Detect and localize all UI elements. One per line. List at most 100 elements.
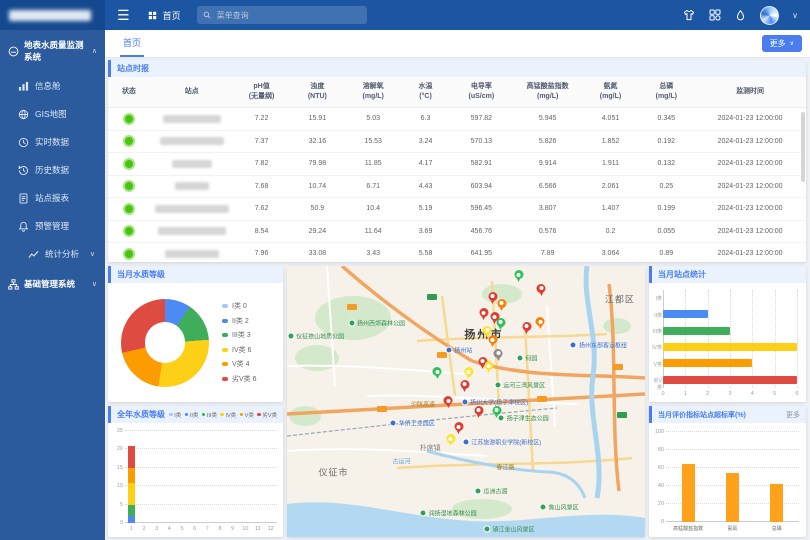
sidebar-item-gis[interactable]: GIS地图 <box>0 100 105 128</box>
stats-icon <box>28 249 39 260</box>
search-icon <box>203 11 211 19</box>
chevron-down-icon: ∨ <box>790 40 794 47</box>
status-badge <box>123 135 135 147</box>
status-cell <box>108 180 150 192</box>
panel-station-stats-header: 当月站点统计 <box>649 266 806 283</box>
legend-item: 劣V类 6 <box>222 374 257 384</box>
station-pin-icon[interactable] <box>492 406 501 418</box>
legend-swatch <box>169 413 173 417</box>
sidebar-item-label: 统计分析 <box>45 248 79 260</box>
legend-label: 劣V类 6 <box>232 374 257 384</box>
station-pin-icon[interactable] <box>494 349 503 361</box>
station-pin-icon[interactable] <box>454 422 463 434</box>
panel-annual-grade: 全年水质等级 I类II类III类IV类V类劣V类 051015202512345… <box>108 406 283 537</box>
station-pin-icon[interactable] <box>537 284 546 296</box>
layout-components-icon[interactable] <box>708 9 721 22</box>
legend-label: I类 0 <box>232 301 247 311</box>
value-cell: 15.53 <box>345 138 401 145</box>
legend-item: II类 <box>185 411 199 419</box>
map-poi-label: 扬州大学(扬子津校区) <box>461 397 528 406</box>
value-cell: 2024-01-23 12:00:00 <box>694 160 806 167</box>
sidebar-item-report[interactable]: 站点报表 <box>0 184 105 212</box>
status-badge <box>123 225 135 237</box>
user-avatar[interactable] <box>760 6 779 25</box>
sidebar-item-history[interactable]: 历史数据 <box>0 156 105 184</box>
sidebar-item-stats[interactable]: 统计分析 ∨ <box>0 240 105 268</box>
station-pin-icon[interactable] <box>497 299 506 311</box>
value-cell: 570.13 <box>450 138 513 145</box>
station-pin-icon[interactable] <box>484 361 493 373</box>
menu-search[interactable] <box>197 6 367 24</box>
column-header: 氨氮(mg/L) <box>583 82 639 103</box>
station-pin-icon[interactable] <box>488 292 497 304</box>
legend-label: II类 2 <box>232 316 249 326</box>
search-input[interactable] <box>215 10 361 21</box>
y-tick-label: 20 <box>651 501 664 507</box>
value-cell: 32.16 <box>289 138 345 145</box>
value-cell: 582.91 <box>450 160 513 167</box>
value-cell: 7.22 <box>234 115 290 122</box>
sidebar-item-info[interactable]: 信息舱 <box>0 72 105 100</box>
value-cell: 3.064 <box>583 250 639 257</box>
value-cell: 50.9 <box>289 205 345 212</box>
table-row: 7.2215.915.036.3597.825.9454.0510.345202… <box>108 108 806 131</box>
sidebar: 地表水质量监测系统 ∧ 信息舱GIS地图实时数据历史数据站点报表预警管理统计分析… <box>0 30 105 540</box>
station-pin-icon[interactable] <box>514 270 523 282</box>
sidebar-item-label: 预警管理 <box>35 220 69 232</box>
tab-home[interactable]: 首页 <box>120 31 144 57</box>
bar-stack <box>150 431 163 523</box>
y-category-label: III类 <box>650 328 662 335</box>
station-pin-icon[interactable] <box>464 367 473 379</box>
station-pin-icon[interactable] <box>444 396 453 408</box>
station-pin-icon[interactable] <box>446 434 455 446</box>
system-icon <box>8 279 19 290</box>
y-tick-label: 5 <box>111 502 123 508</box>
station-pin-icon[interactable] <box>496 318 505 330</box>
station-pin-icon[interactable] <box>474 406 483 418</box>
theme-skin-icon[interactable] <box>682 9 695 22</box>
more-button[interactable]: 更多 ∨ <box>762 35 802 52</box>
chevron-down-icon[interactable]: ∨ <box>792 11 798 20</box>
annual-grade-legend: I类II类III类IV类V类劣V类 <box>169 411 277 419</box>
x-tick-label: 6 <box>793 391 801 397</box>
value-cell: 2024-01-23 12:00:00 <box>694 183 806 190</box>
water-drop-icon[interactable] <box>734 9 747 22</box>
panel-monthly-grade-header: 当月水质等级 <box>108 266 283 283</box>
breadcrumb-home[interactable]: 首页 <box>146 9 181 22</box>
bar-segment <box>128 516 135 523</box>
station-name-redacted <box>163 115 221 123</box>
sidebar-group-base-system[interactable]: 基础管理系统 ∨ <box>0 268 105 300</box>
value-cell: 7.96 <box>234 250 290 257</box>
x-tick-label: 4 <box>748 391 756 397</box>
sidebar-group-surface-water[interactable]: 地表水质量监测系统 ∧ <box>0 30 105 72</box>
legend-swatch <box>240 413 244 417</box>
clock-icon <box>18 137 29 148</box>
poi-marker-icon <box>390 420 397 427</box>
map-poi-label: 镇江金山风景区 <box>483 524 534 533</box>
station-pin-icon[interactable] <box>536 317 545 329</box>
legend-label: IV类 6 <box>232 345 251 355</box>
breadcrumb-home-label: 首页 <box>163 9 181 22</box>
bar-row <box>663 323 797 339</box>
value-cell: 7.89 <box>513 250 583 257</box>
pin-tip <box>499 326 503 330</box>
legend-swatch <box>222 377 228 381</box>
sidebar-item-realtime[interactable]: 实时数据 <box>0 128 105 156</box>
column-header: 溶解氧(mg/L) <box>345 82 401 103</box>
poi-marker-icon <box>516 355 523 362</box>
sidebar-toggle-icon[interactable]: ☰ <box>117 8 130 22</box>
pin-tip <box>449 442 453 446</box>
station-pin-icon[interactable] <box>433 367 442 379</box>
station-pin-icon[interactable] <box>522 322 531 334</box>
station-pin-icon[interactable] <box>460 380 469 392</box>
exceed-rate-more-link[interactable]: 更多 <box>786 410 800 420</box>
chevron-down-icon: ∨ <box>90 250 95 258</box>
value-cell: 641.95 <box>450 250 513 257</box>
map-canvas[interactable]: 扬州市江都区仪征市朴席镇沪陕高速春江路古运河扬州西郊森林公园仪征捺山地质公园何园… <box>287 266 645 537</box>
table-scrollbar[interactable] <box>801 112 805 182</box>
panel-monthly-grade: 当月水质等级 I类 0II类 2III类 3IV类 6V类 4劣V类 6 <box>108 266 283 402</box>
station-pin-icon[interactable] <box>488 335 497 347</box>
sidebar-item-warning[interactable]: 预警管理 <box>0 212 105 240</box>
station-pin-icon[interactable] <box>479 308 488 320</box>
legend-label: II类 <box>190 411 199 419</box>
